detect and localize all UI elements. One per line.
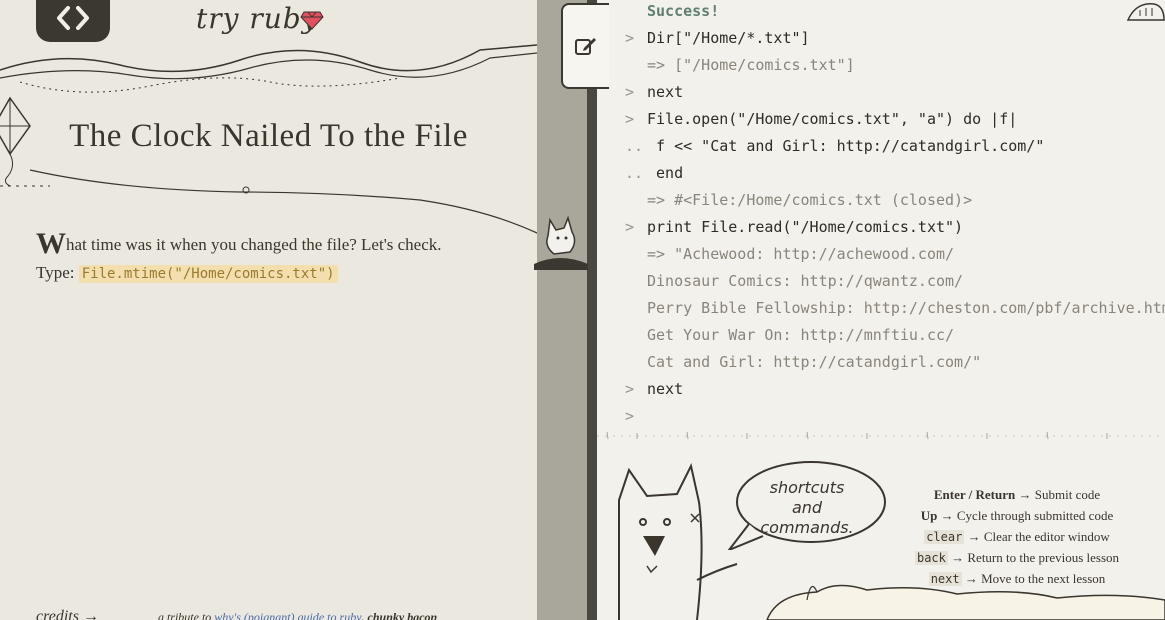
console-line-text: Dinosaur Comics: http://qwantz.com/ xyxy=(647,272,964,290)
console-line-text: end xyxy=(647,164,684,182)
console-line: > xyxy=(625,407,1165,430)
console-line-text: Get Your War On: http://mnftiu.cc/ xyxy=(647,326,955,344)
tribute-suffix: , chunky bacon xyxy=(361,610,438,620)
suggested-code[interactable]: File.mtime("/Home/comics.txt") xyxy=(78,265,338,283)
console-line: > File.open("/Home/comics.txt", "a") do |… xyxy=(625,110,1165,137)
shortcut-desc: → Submit code xyxy=(1018,487,1101,502)
console-line-text: f << "Cat and Girl: http://catandgirl.co… xyxy=(647,137,1045,155)
console-line-text: => ["/Home/comics.txt"] xyxy=(647,56,855,74)
console-line: => ["/Home/comics.txt"] xyxy=(625,56,1165,83)
credits-link[interactable]: credits → xyxy=(36,608,99,620)
bubble-line: shortcuts xyxy=(769,478,845,497)
console-line: > Dir["/Home/*.txt"] xyxy=(625,29,1165,56)
pane-divider-edge xyxy=(587,0,597,620)
console-line-text: => #<File:/Home/comics.txt (closed)> xyxy=(647,191,973,209)
pane-divider xyxy=(537,0,587,620)
lesson-body: What time was it when you changed the fi… xyxy=(36,227,506,288)
console-line-text: next xyxy=(647,380,684,398)
edit-icon xyxy=(575,38,596,55)
console-prompt: > xyxy=(625,29,635,47)
console-line: => #<File:/Home/comics.txt (closed)> xyxy=(625,191,1165,218)
shortcut-desc: → Clear the editor window xyxy=(967,529,1110,544)
shortcut-row: clear → Clear the editor window xyxy=(897,526,1137,547)
hills-decoration xyxy=(766,584,1165,620)
console-line: Cat and Girl: http://catandgirl.com/" xyxy=(625,353,1165,380)
shortcut-desc: → Cycle through submitted code xyxy=(940,508,1114,523)
console-prompt: > xyxy=(625,407,635,425)
console-line-text: print File.read("/Home/comics.txt") xyxy=(647,218,964,236)
console-prompt: > xyxy=(625,110,635,128)
shortcut-key: back xyxy=(914,551,948,565)
console-line: > next xyxy=(625,83,1165,110)
console-line: Get Your War On: http://mnftiu.cc/ xyxy=(625,326,1165,353)
bubble-line: commands. xyxy=(760,518,854,537)
bubble-text: shortcuts and commands. xyxy=(747,478,867,538)
console-prompt: .. xyxy=(625,164,644,182)
console-line-text: next xyxy=(647,83,684,101)
corner-critter-icon xyxy=(1126,3,1165,21)
console-line-text: Dir["/Home/*.txt"] xyxy=(647,29,810,47)
type-label: Type: xyxy=(36,263,75,282)
dropcap: W xyxy=(36,227,66,260)
console-line: .. f << "Cat and Girl: http://catandgirl… xyxy=(625,137,1165,164)
console-prompt: .. xyxy=(625,137,644,155)
console-prompt: > xyxy=(625,83,635,101)
console-line: Perry Bible Fellowship: http://cheston.c… xyxy=(625,299,1165,326)
console-line: => "Achewood: http://achewood.com/ xyxy=(625,245,1165,272)
kite-cat-icon xyxy=(534,215,588,270)
bubble-line: and xyxy=(791,498,823,517)
console[interactable]: Success! > Dir["/Home/*.txt"] => ["/Home/co… xyxy=(597,0,1165,430)
console-prompt: > xyxy=(625,380,635,398)
bunting-decoration xyxy=(0,44,537,93)
footer: credits → a tribute to why's (poignant) … xyxy=(36,608,536,620)
shortcut-key: Up xyxy=(920,508,938,523)
console-line-text: => "Achewood: http://achewood.com/ xyxy=(647,245,955,263)
lesson-pane: try ruby The Clock Nailed To the File Wh… xyxy=(0,0,537,620)
shortcut-row: Up → Cycle through submitted code xyxy=(897,505,1137,526)
poignant-guide-link[interactable]: why's (poignant) guide to ruby xyxy=(214,610,361,620)
console-line-text: File.open("/Home/comics.txt", "a") do |f… xyxy=(647,110,1018,128)
shortcut-row: back → Return to the previous lesson xyxy=(897,547,1137,568)
console-line-text: Perry Bible Fellowship: http://cheston.c… xyxy=(647,299,1165,317)
console-line-text: Success! xyxy=(647,2,720,20)
console-line: Dinosaur Comics: http://qwantz.com/ xyxy=(625,272,1165,299)
open-editor-button[interactable] xyxy=(561,3,609,89)
lesson-title: The Clock Nailed To the File xyxy=(69,118,468,154)
console-output: Success! > Dir["/Home/*.txt"] => ["/Home/co… xyxy=(625,2,1165,430)
tribute-prefix: a tribute to xyxy=(157,610,212,620)
shortcut-desc: → Return to the previous lesson xyxy=(951,550,1120,565)
shortcut-key: clear xyxy=(924,530,965,544)
lesson-intro: hat time was it when you changed the fil… xyxy=(66,235,442,254)
console-line: > print File.read("/Home/comics.txt") xyxy=(625,218,1165,245)
console-line: .. end xyxy=(625,164,1165,191)
shortcut-row: Enter / Return → Submit code xyxy=(897,484,1137,505)
console-line-text: Cat and Girl: http://catandgirl.com/" xyxy=(647,353,982,371)
console-line: > next xyxy=(625,380,1165,407)
help-cat-icon xyxy=(618,463,738,620)
console-line: Success! xyxy=(625,2,1165,29)
help-panel: shortcuts and commands. Enter / Return → S… xyxy=(597,430,1165,620)
grass-decoration xyxy=(597,431,1165,440)
console-prompt: > xyxy=(625,218,635,236)
shortcut-key: Enter / Return xyxy=(933,487,1016,502)
